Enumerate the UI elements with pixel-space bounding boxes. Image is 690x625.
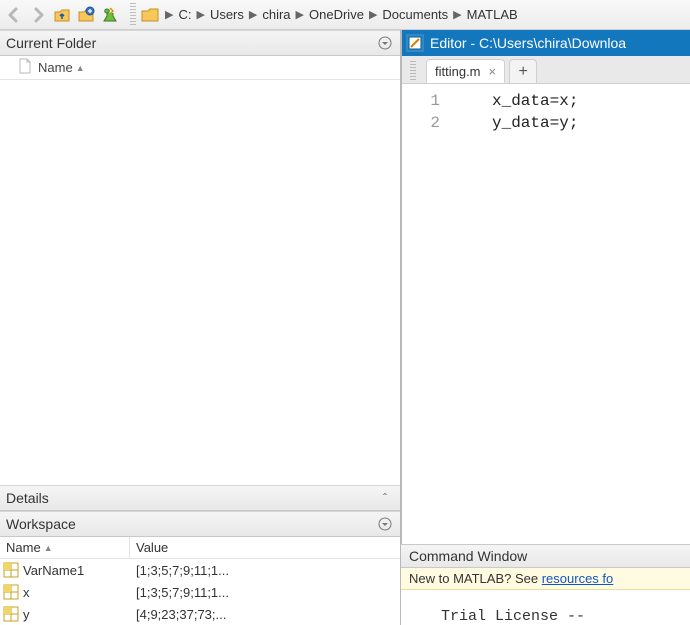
breadcrumb-segment[interactable]: OneDrive <box>307 7 366 22</box>
command-window-title: Command Window <box>409 548 527 564</box>
current-folder-title: Current Folder <box>6 35 96 51</box>
tab-label: fitting.m <box>435 64 481 79</box>
editor-tabstrip: fitting.m × + <box>402 56 690 84</box>
variable-icon <box>3 584 19 600</box>
column-name[interactable]: Name <box>6 540 41 555</box>
chevron-right-icon: ▶ <box>296 8 304 21</box>
tabstrip-grip[interactable] <box>410 61 416 80</box>
editor-gutter: 1 2 <box>402 90 452 544</box>
var-value: [1;3;5;7;9;11;1... <box>130 585 229 600</box>
workspace-row[interactable]: x [1;3;5;7;9;11;1... <box>0 581 400 603</box>
workspace-row[interactable]: VarName1 [1;3;5;7;9;11;1... <box>0 559 400 581</box>
workspace-columns: Name ▲ Value <box>0 537 400 559</box>
current-folder-header: Current Folder <box>0 30 400 56</box>
toolbar-grip[interactable] <box>130 3 136 26</box>
current-folder-list[interactable] <box>0 80 400 485</box>
chevron-right-icon: ▶ <box>165 8 173 21</box>
column-value[interactable]: Value <box>136 540 168 555</box>
resources-link[interactable]: resources fo <box>542 571 614 586</box>
variable-icon <box>3 606 19 622</box>
file-icon <box>18 58 32 77</box>
up-folder-button[interactable] <box>51 4 73 26</box>
command-window-hint: New to MATLAB? See resources fo <box>401 568 690 590</box>
browse-button[interactable] <box>75 4 97 26</box>
sort-asc-icon: ▲ <box>76 63 85 73</box>
breadcrumb-segment[interactable]: chira <box>260 7 292 22</box>
editor-body[interactable]: 1 2 x_data=x; y_data=y; <box>402 84 690 544</box>
chevron-right-icon: ▶ <box>196 8 204 21</box>
address-toolbar: ▶ C: ▶ Users ▶ chira ▶ OneDrive ▶ Docume… <box>0 0 690 30</box>
workspace-header: Workspace <box>0 511 400 537</box>
details-header[interactable]: Details ˆ <box>0 485 400 511</box>
breadcrumb-segment[interactable]: MATLAB <box>465 7 520 22</box>
var-value: [4;9;23;37;73;... <box>130 607 226 622</box>
var-name: VarName1 <box>23 563 84 578</box>
editor-titlebar: Editor - C:\Users\chira\Downloa <box>402 30 690 56</box>
chevron-right-icon: ▶ <box>249 8 257 21</box>
column-name[interactable]: Name <box>38 60 73 75</box>
variable-icon <box>3 562 19 578</box>
breadcrumb-segment[interactable]: Documents <box>380 7 450 22</box>
details-title: Details <box>6 490 49 506</box>
close-tab-button[interactable]: × <box>489 64 497 79</box>
collapse-icon[interactable]: ˆ <box>376 489 394 507</box>
forward-button[interactable] <box>27 4 49 26</box>
editor-title: Editor - C:\Users\chira\Downloa <box>430 35 626 51</box>
folder-icon <box>139 4 161 26</box>
new-tab-button[interactable]: + <box>509 59 537 83</box>
var-value: [1;3;5;7;9;11;1... <box>130 563 229 578</box>
panel-menu-button[interactable] <box>376 515 394 533</box>
editor-app-icon <box>406 34 424 52</box>
command-window-header: Command Window <box>401 544 690 568</box>
sort-asc-icon: ▲ <box>44 543 53 553</box>
var-name: y <box>23 607 30 622</box>
var-name: x <box>23 585 30 600</box>
back-button[interactable] <box>3 4 25 26</box>
workspace-rows: VarName1 [1;3;5;7;9;11;1... x [1;3;5;7;9… <box>0 559 400 625</box>
workspace-row[interactable]: y [4;9;23;37;73;... <box>0 603 400 625</box>
editor-code[interactable]: x_data=x; y_data=y; <box>452 90 578 544</box>
current-folder-columns: Name ▲ <box>0 56 400 80</box>
editor-tab[interactable]: fitting.m × <box>426 59 505 83</box>
workspace-title: Workspace <box>6 516 76 532</box>
breadcrumb-segment[interactable]: Users <box>208 7 246 22</box>
panel-menu-button[interactable] <box>376 34 394 52</box>
chevron-right-icon: ▶ <box>453 8 461 21</box>
chevron-right-icon: ▶ <box>369 8 377 21</box>
command-window-body[interactable]: Trial License -- <box>401 590 690 625</box>
breadcrumb-segment[interactable]: C: <box>176 7 193 22</box>
find-files-button[interactable] <box>99 4 121 26</box>
